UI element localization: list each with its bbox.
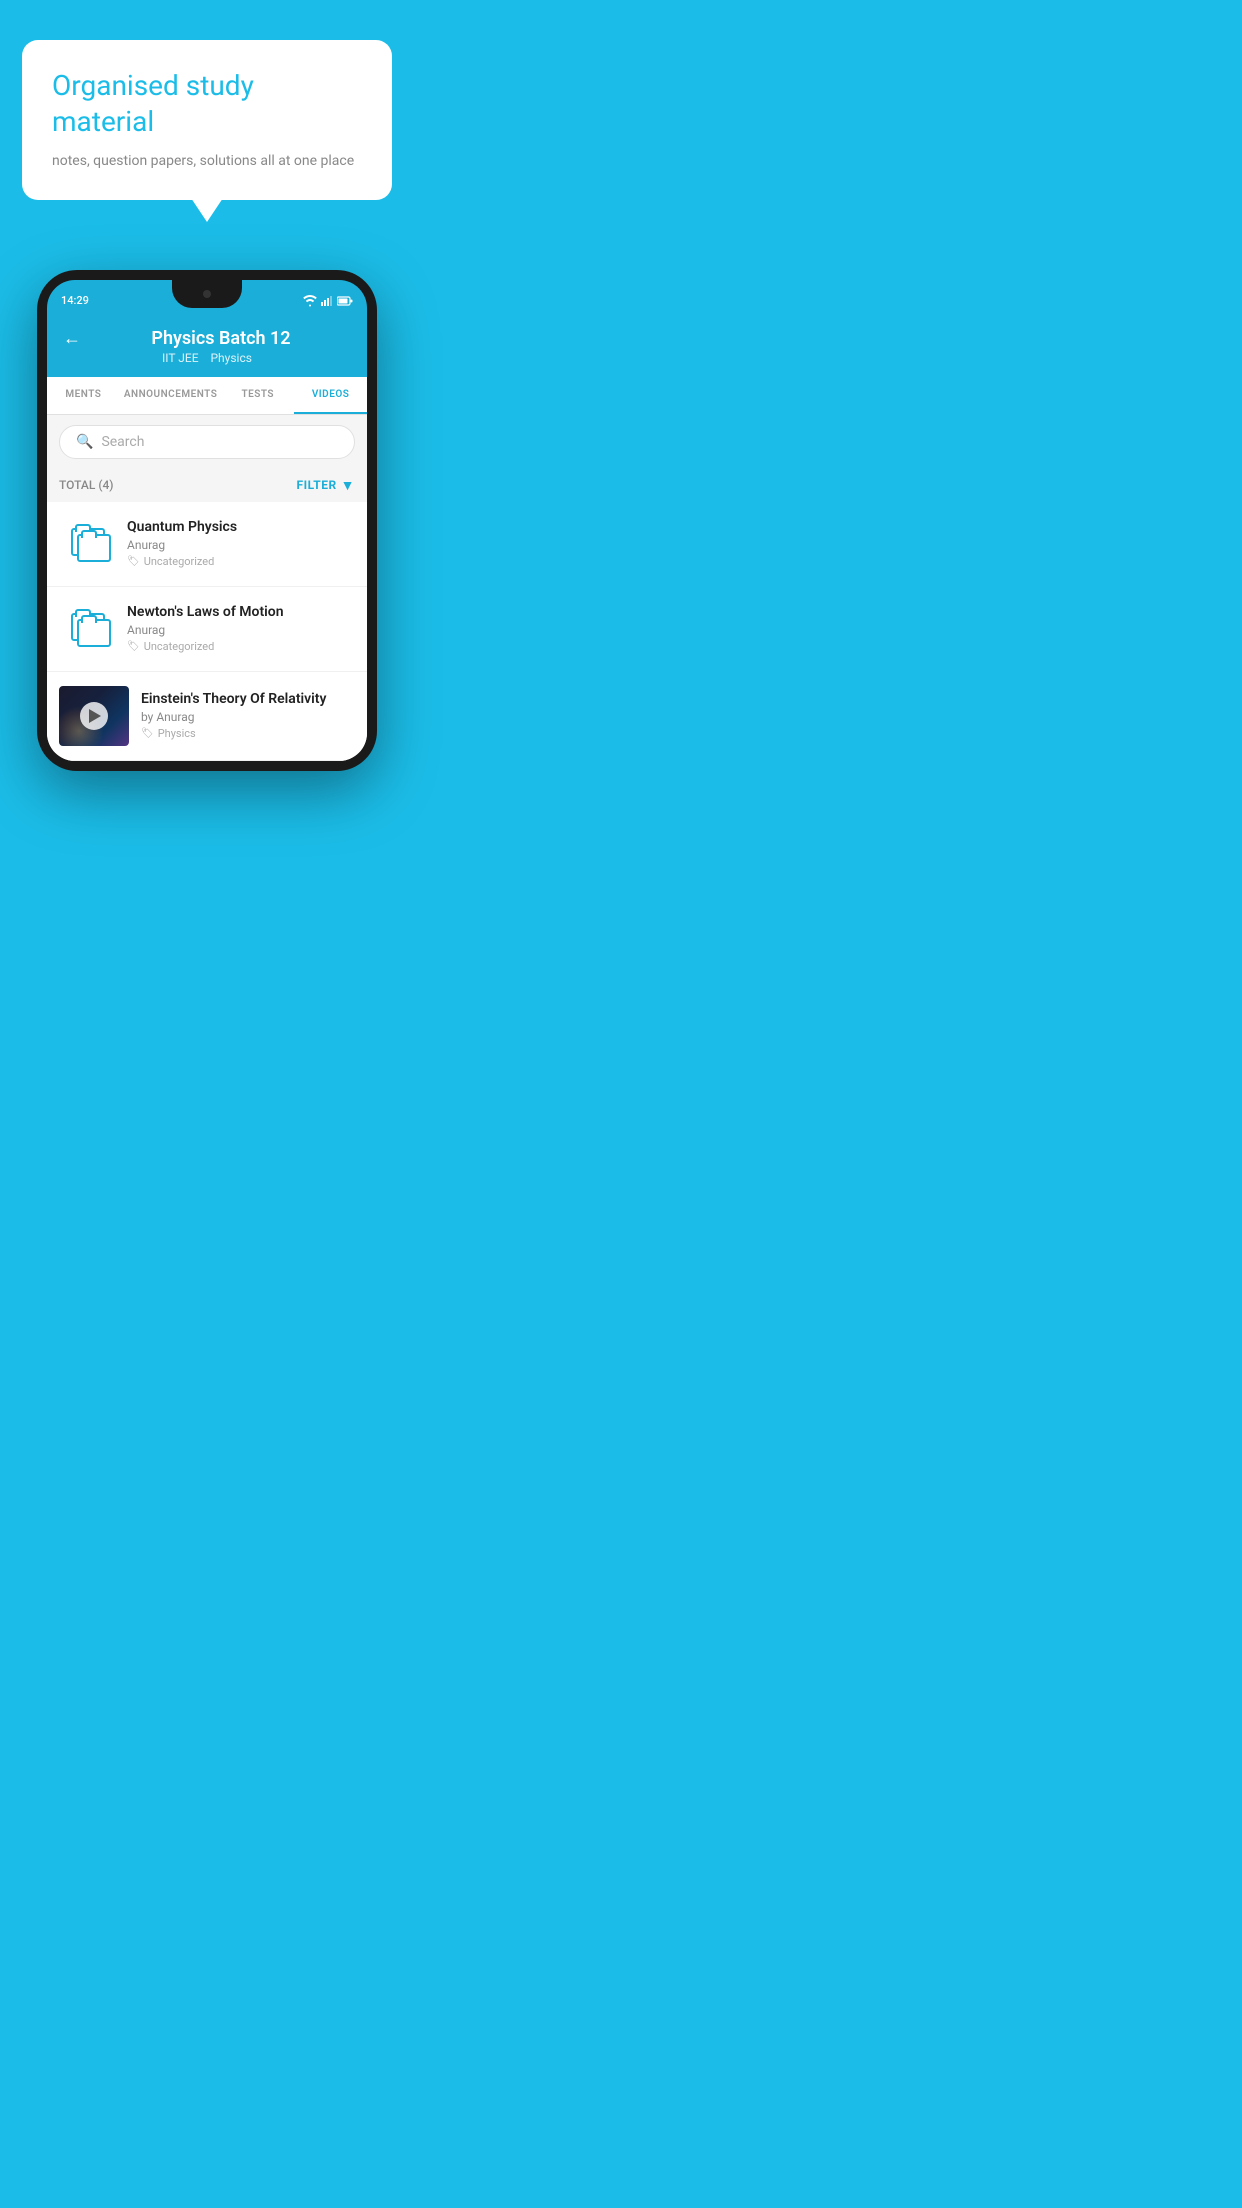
folder-thumb-1 — [59, 516, 115, 572]
tag-icon: 🏷 — [141, 728, 154, 739]
wifi-icon — [303, 295, 317, 307]
bubble-title: Organised study material — [52, 68, 362, 141]
tag-label: Uncategorized — [144, 640, 215, 653]
tab-announcements[interactable]: ANNOUNCEMENTS — [120, 377, 222, 414]
play-button[interactable] — [80, 702, 108, 730]
tag-icon: 🏷 — [127, 556, 140, 567]
tab-videos[interactable]: VIDEOS — [294, 377, 367, 414]
status-time: 14:29 — [61, 294, 89, 307]
filter-bar: TOTAL (4) FILTER ▼ — [47, 469, 367, 502]
filter-label: FILTER — [297, 478, 337, 492]
video-title: Newton's Laws of Motion — [127, 604, 355, 620]
video-author: by Anurag — [141, 710, 355, 724]
folder-stack-icon — [65, 522, 109, 566]
phone-screen: ← Physics Batch 12 IIT JEE Physics MENTS… — [47, 316, 367, 761]
subtitle-tag1: IIT JEE — [162, 351, 199, 365]
phone-wrapper: 14:29 — [0, 270, 414, 771]
tab-ments[interactable]: MENTS — [47, 377, 120, 414]
video-title: Einstein's Theory Of Relativity — [141, 691, 355, 707]
video-author: Anurag — [127, 623, 355, 637]
subtitle-tag2: Physics — [210, 351, 251, 365]
phone-notch — [172, 280, 242, 308]
top-section: Organised study material notes, question… — [0, 0, 414, 220]
folder-front — [77, 619, 111, 647]
total-count-label: TOTAL (4) — [59, 478, 113, 492]
speech-bubble: Organised study material notes, question… — [22, 40, 392, 200]
signal-icon — [321, 296, 333, 306]
video-info-2: Newton's Laws of Motion Anurag 🏷 Uncateg… — [127, 604, 355, 653]
tag-label: Physics — [158, 727, 196, 740]
list-item[interactable]: Newton's Laws of Motion Anurag 🏷 Uncateg… — [47, 587, 367, 672]
status-icons — [303, 295, 353, 307]
play-triangle-icon — [89, 709, 101, 723]
tab-bar: MENTS ANNOUNCEMENTS TESTS VIDEOS — [47, 377, 367, 415]
back-button[interactable]: ← — [63, 328, 81, 349]
app-subtitle: IIT JEE Physics — [162, 351, 252, 365]
filter-icon: ▼ — [341, 477, 355, 494]
folder-stack-icon — [65, 607, 109, 651]
tag-icon: 🏷 — [127, 641, 140, 652]
video-tag: 🏷 Uncategorized — [127, 555, 355, 568]
video-tag: 🏷 Uncategorized — [127, 640, 355, 653]
video-title: Quantum Physics — [127, 519, 355, 535]
app-title: Physics Batch 12 — [91, 328, 351, 349]
search-icon: 🔍 — [76, 434, 93, 450]
video-list: Quantum Physics Anurag 🏷 Uncategorized — [47, 502, 367, 761]
phone-mockup: 14:29 — [37, 270, 377, 771]
folder-front — [77, 534, 111, 562]
bubble-subtitle: notes, question papers, solutions all at… — [52, 151, 362, 172]
list-item[interactable]: Einstein's Theory Of Relativity by Anura… — [47, 672, 367, 761]
status-bar: 14:29 — [47, 280, 367, 316]
search-input[interactable]: 🔍 Search — [59, 425, 355, 459]
einstein-thumbnail — [59, 686, 129, 746]
video-tag: 🏷 Physics — [141, 727, 355, 740]
tab-tests[interactable]: TESTS — [221, 377, 294, 414]
folder-thumb-2 — [59, 601, 115, 657]
video-info-1: Quantum Physics Anurag 🏷 Uncategorized — [127, 519, 355, 568]
camera-dot — [203, 290, 211, 298]
video-author: Anurag — [127, 538, 355, 552]
filter-button[interactable]: FILTER ▼ — [297, 477, 356, 494]
list-item[interactable]: Quantum Physics Anurag 🏷 Uncategorized — [47, 502, 367, 587]
battery-icon — [337, 296, 353, 306]
tag-label: Uncategorized — [144, 555, 215, 568]
search-bar-container: 🔍 Search — [47, 415, 367, 469]
search-placeholder: Search — [101, 434, 144, 450]
app-bar: ← Physics Batch 12 IIT JEE Physics — [47, 316, 367, 377]
video-info-3: Einstein's Theory Of Relativity by Anura… — [141, 691, 355, 740]
